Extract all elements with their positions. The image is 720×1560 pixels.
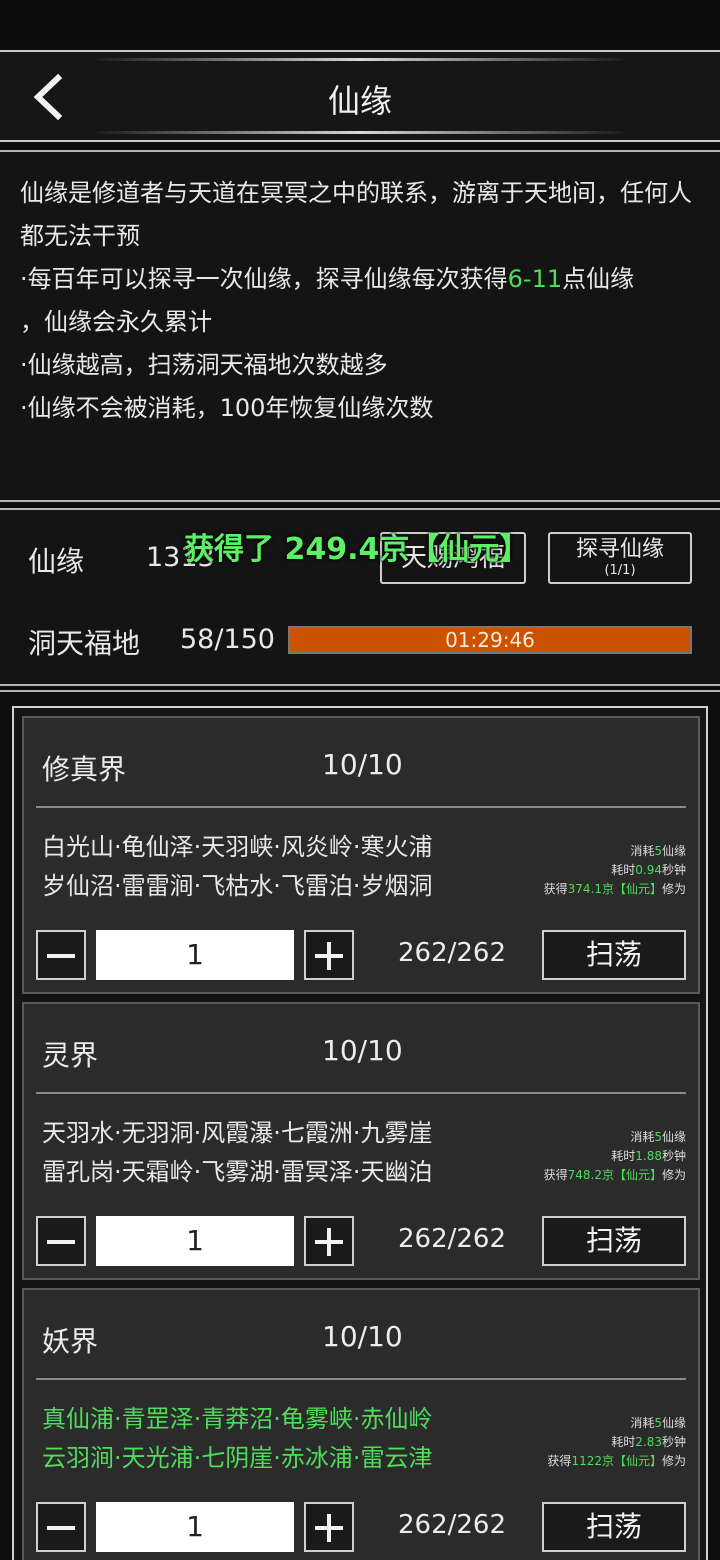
gain-info: 获得1122京【仙元】修为	[547, 1454, 686, 1468]
realm-places: 真仙浦·青罡泽·青莽沼·龟雾峡·赤仙岭 云羽涧·天光浦·七阴崖·赤冰浦·雷云津	[42, 1400, 433, 1478]
divider	[36, 1092, 686, 1094]
xianyuan-label: 仙缘	[28, 545, 85, 578]
plus-icon	[315, 1514, 343, 1542]
realm-name: 妖界	[42, 1325, 99, 1358]
plus-icon	[315, 1228, 343, 1256]
decrease-button[interactable]	[36, 1216, 86, 1266]
dongtian-value: 58/150	[180, 624, 275, 655]
decrease-button[interactable]	[36, 930, 86, 980]
page-title: 仙缘	[327, 82, 392, 120]
realm-count: 10/10	[322, 1034, 403, 1067]
time-info: 耗时1.88秒钟	[611, 1149, 686, 1163]
top-bar: 仙缘	[0, 50, 720, 142]
realm-info: 消耗5仙缘 耗时1.88秒钟 获得748.2京【仙元】修为	[544, 1128, 686, 1185]
description-line: ·仙缘越高，扫荡洞天福地次数越多	[20, 351, 388, 379]
description-line: 仙缘是修道者与天道在冥冥之中的联系，游离于天地间，任何人都无法干预	[20, 179, 692, 250]
gain-info: 获得374.1京【仙元】修为	[543, 882, 686, 896]
places-line: 雷孔岗·天霜岭·飞雾湖·雷冥泽·天幽泊	[42, 1158, 433, 1186]
realm-card-lingjie: 灵界 10/10 天羽水·无羽洞·风霞瀑·七霞洲·九雾崖 雷孔岗·天霜岭·飞雾湖…	[22, 1002, 700, 1280]
realm-card-yaojie: 妖界 10/10 真仙浦·青罡泽·青莽沼·龟雾峡·赤仙岭 云羽涧·天光浦·七阴崖…	[22, 1288, 700, 1560]
reward-toast: 获得了 249.4京【仙元】	[184, 532, 530, 567]
time-info: 耗时2.83秒钟	[611, 1435, 686, 1449]
realm-name: 灵界	[42, 1039, 99, 1072]
search-xianyuan-button[interactable]: 探寻仙缘 (1/1)	[548, 532, 692, 584]
sweep-button[interactable]: 扫荡	[542, 1216, 686, 1266]
sweep-remaining: 262/262	[398, 1510, 507, 1540]
decrease-button[interactable]	[36, 1502, 86, 1552]
dongtian-label: 洞天福地	[28, 627, 141, 660]
increase-button[interactable]	[304, 930, 354, 980]
recovery-timer-bar: 01:29:46	[288, 626, 692, 654]
time-info: 耗时0.94秒钟	[611, 863, 686, 877]
description-line: ·仙缘不会被消耗，100年恢复仙缘次数	[20, 394, 434, 422]
search-button-count: (1/1)	[604, 563, 636, 578]
places-line: 白光山·龟仙泽·天羽峡·风炎岭·寒火浦	[42, 833, 433, 861]
places-line: 真仙浦·青罡泽·青莽沼·龟雾峡·赤仙岭	[42, 1405, 433, 1433]
sweep-button[interactable]: 扫荡	[542, 1502, 686, 1552]
header-shine-top	[90, 58, 630, 61]
realm-name: 修真界	[42, 753, 127, 786]
increase-button[interactable]	[304, 1216, 354, 1266]
minus-icon	[47, 1526, 75, 1530]
description-line: ·每百年可以探寻一次仙缘，探寻仙缘每次获得6-11点仙缘	[20, 265, 635, 293]
cost-info: 消耗5仙缘	[630, 1416, 686, 1430]
realm-list-frame: 修真界 10/10 白光山·龟仙泽·天羽峡·风炎岭·寒火浦 岁仙沼·雷雷涧·飞枯…	[12, 706, 708, 1560]
quantity-field[interactable]: 1	[96, 1216, 294, 1266]
description-panel: 仙缘是修道者与天道在冥冥之中的联系，游离于天地间，任何人都无法干预 ·每百年可以…	[0, 150, 720, 502]
minus-icon	[47, 1240, 75, 1244]
realm-places: 天羽水·无羽洞·风霞瀑·七霞洲·九雾崖 雷孔岗·天霜岭·飞雾湖·雷冥泽·天幽泊	[42, 1114, 433, 1192]
sweep-remaining: 262/262	[398, 938, 507, 968]
realm-list[interactable]: 修真界 10/10 白光山·龟仙泽·天羽峡·风炎岭·寒火浦 岁仙沼·雷雷涧·飞枯…	[0, 690, 720, 1560]
quantity-field[interactable]: 1	[96, 1502, 294, 1552]
realm-info: 消耗5仙缘 耗时2.83秒钟 获得1122京【仙元】修为	[547, 1414, 686, 1471]
increase-button[interactable]	[304, 1502, 354, 1552]
sweep-button[interactable]: 扫荡	[542, 930, 686, 980]
realm-card-xiuzhen: 修真界 10/10 白光山·龟仙泽·天羽峡·风炎岭·寒火浦 岁仙沼·雷雷涧·飞枯…	[22, 716, 700, 994]
gain-info: 获得748.2京【仙元】修为	[543, 1168, 686, 1182]
description-line: ，仙缘会永久累计	[20, 308, 212, 336]
realm-count: 10/10	[322, 748, 403, 781]
cost-info: 消耗5仙缘	[630, 844, 686, 858]
realm-places: 白光山·龟仙泽·天羽峡·风炎岭·寒火浦 岁仙沼·雷雷涧·飞枯水·飞雷泊·岁烟洞	[42, 828, 433, 906]
plus-icon	[315, 942, 343, 970]
cost-info: 消耗5仙缘	[630, 1130, 686, 1144]
realm-info: 消耗5仙缘 耗时0.94秒钟 获得374.1京【仙元】修为	[544, 842, 686, 899]
reward-range: 6-11	[507, 265, 563, 293]
stats-panel: 仙缘 1313 天赐鸿福 探寻仙缘 (1/1) 洞天福地 58/150 01:2…	[0, 508, 720, 686]
realm-count: 10/10	[322, 1320, 403, 1353]
places-line: 天羽水·无羽洞·风霞瀑·七霞洲·九雾崖	[42, 1119, 433, 1147]
divider	[36, 806, 686, 808]
header-shine-bottom	[90, 131, 630, 134]
places-line: 云羽涧·天光浦·七阴崖·赤冰浦·雷云津	[42, 1444, 433, 1472]
divider	[36, 1378, 686, 1380]
places-line: 岁仙沼·雷雷涧·飞枯水·飞雷泊·岁烟洞	[42, 872, 433, 900]
minus-icon	[47, 954, 75, 958]
quantity-field[interactable]: 1	[96, 930, 294, 980]
search-button-label: 探寻仙缘	[575, 537, 664, 562]
sweep-remaining: 262/262	[398, 1224, 507, 1254]
